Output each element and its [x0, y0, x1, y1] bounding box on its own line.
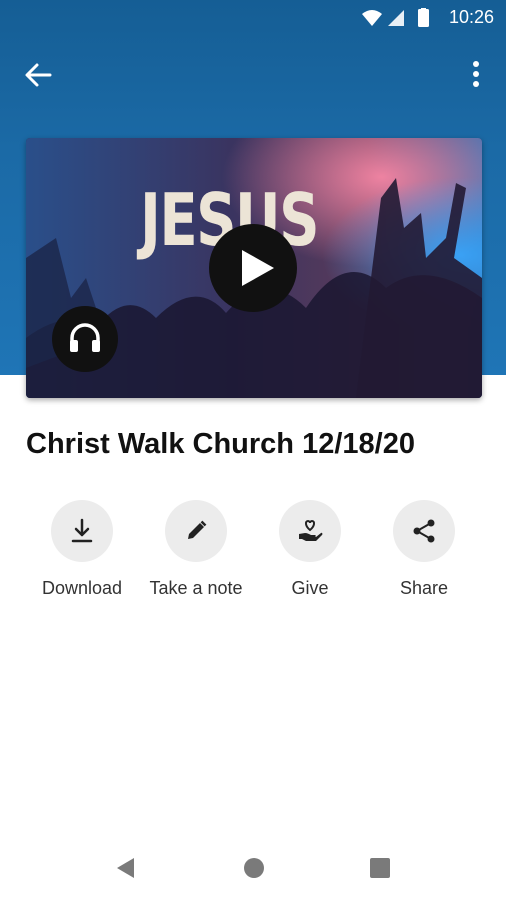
nav-home-button[interactable] — [240, 854, 268, 882]
give-label: Give — [291, 578, 329, 598]
status-time: 10:26 — [448, 7, 494, 27]
more-vert-icon — [473, 61, 479, 87]
nav-recents-button[interactable] — [366, 854, 394, 882]
share-icon — [413, 519, 435, 543]
download-label: Download — [41, 578, 123, 598]
nav-back-button[interactable] — [112, 854, 140, 882]
app-bar — [0, 46, 506, 102]
download-button[interactable]: Download — [22, 500, 142, 610]
share-button-circle — [393, 500, 455, 562]
download-icon — [71, 518, 93, 543]
system-navigation-bar — [0, 840, 506, 900]
take-note-button[interactable]: Take a note — [136, 500, 256, 610]
recents-square-icon — [370, 858, 390, 878]
page-title: Christ Walk Church 12/18/20 — [26, 428, 415, 460]
take-note-button-circle — [165, 500, 227, 562]
signal-icon — [388, 10, 404, 26]
battery-icon — [418, 9, 429, 27]
home-circle-icon — [244, 858, 264, 878]
pencil-icon — [188, 520, 207, 539]
overflow-menu-button[interactable] — [462, 56, 490, 92]
action-row: Download Take a note Give Share — [0, 500, 506, 610]
headphones-icon — [70, 323, 100, 352]
share-label: Share — [399, 578, 449, 598]
play-button[interactable] — [209, 224, 297, 312]
status-bar: 10:26 — [0, 0, 506, 36]
back-button[interactable] — [22, 58, 56, 92]
back-triangle-icon — [117, 858, 134, 878]
media-thumbnail[interactable]: JESUS — [26, 138, 482, 398]
download-button-circle — [51, 500, 113, 562]
wifi-icon — [362, 10, 382, 26]
status-icons — [362, 8, 429, 27]
share-button[interactable]: Share — [364, 500, 484, 610]
audio-button[interactable] — [52, 306, 118, 372]
take-note-label: Take a note — [149, 578, 243, 598]
give-button-circle — [279, 500, 341, 562]
arrow-back-icon — [25, 63, 52, 87]
give-heart-hand-icon — [299, 519, 323, 541]
give-button[interactable]: Give — [250, 500, 370, 610]
